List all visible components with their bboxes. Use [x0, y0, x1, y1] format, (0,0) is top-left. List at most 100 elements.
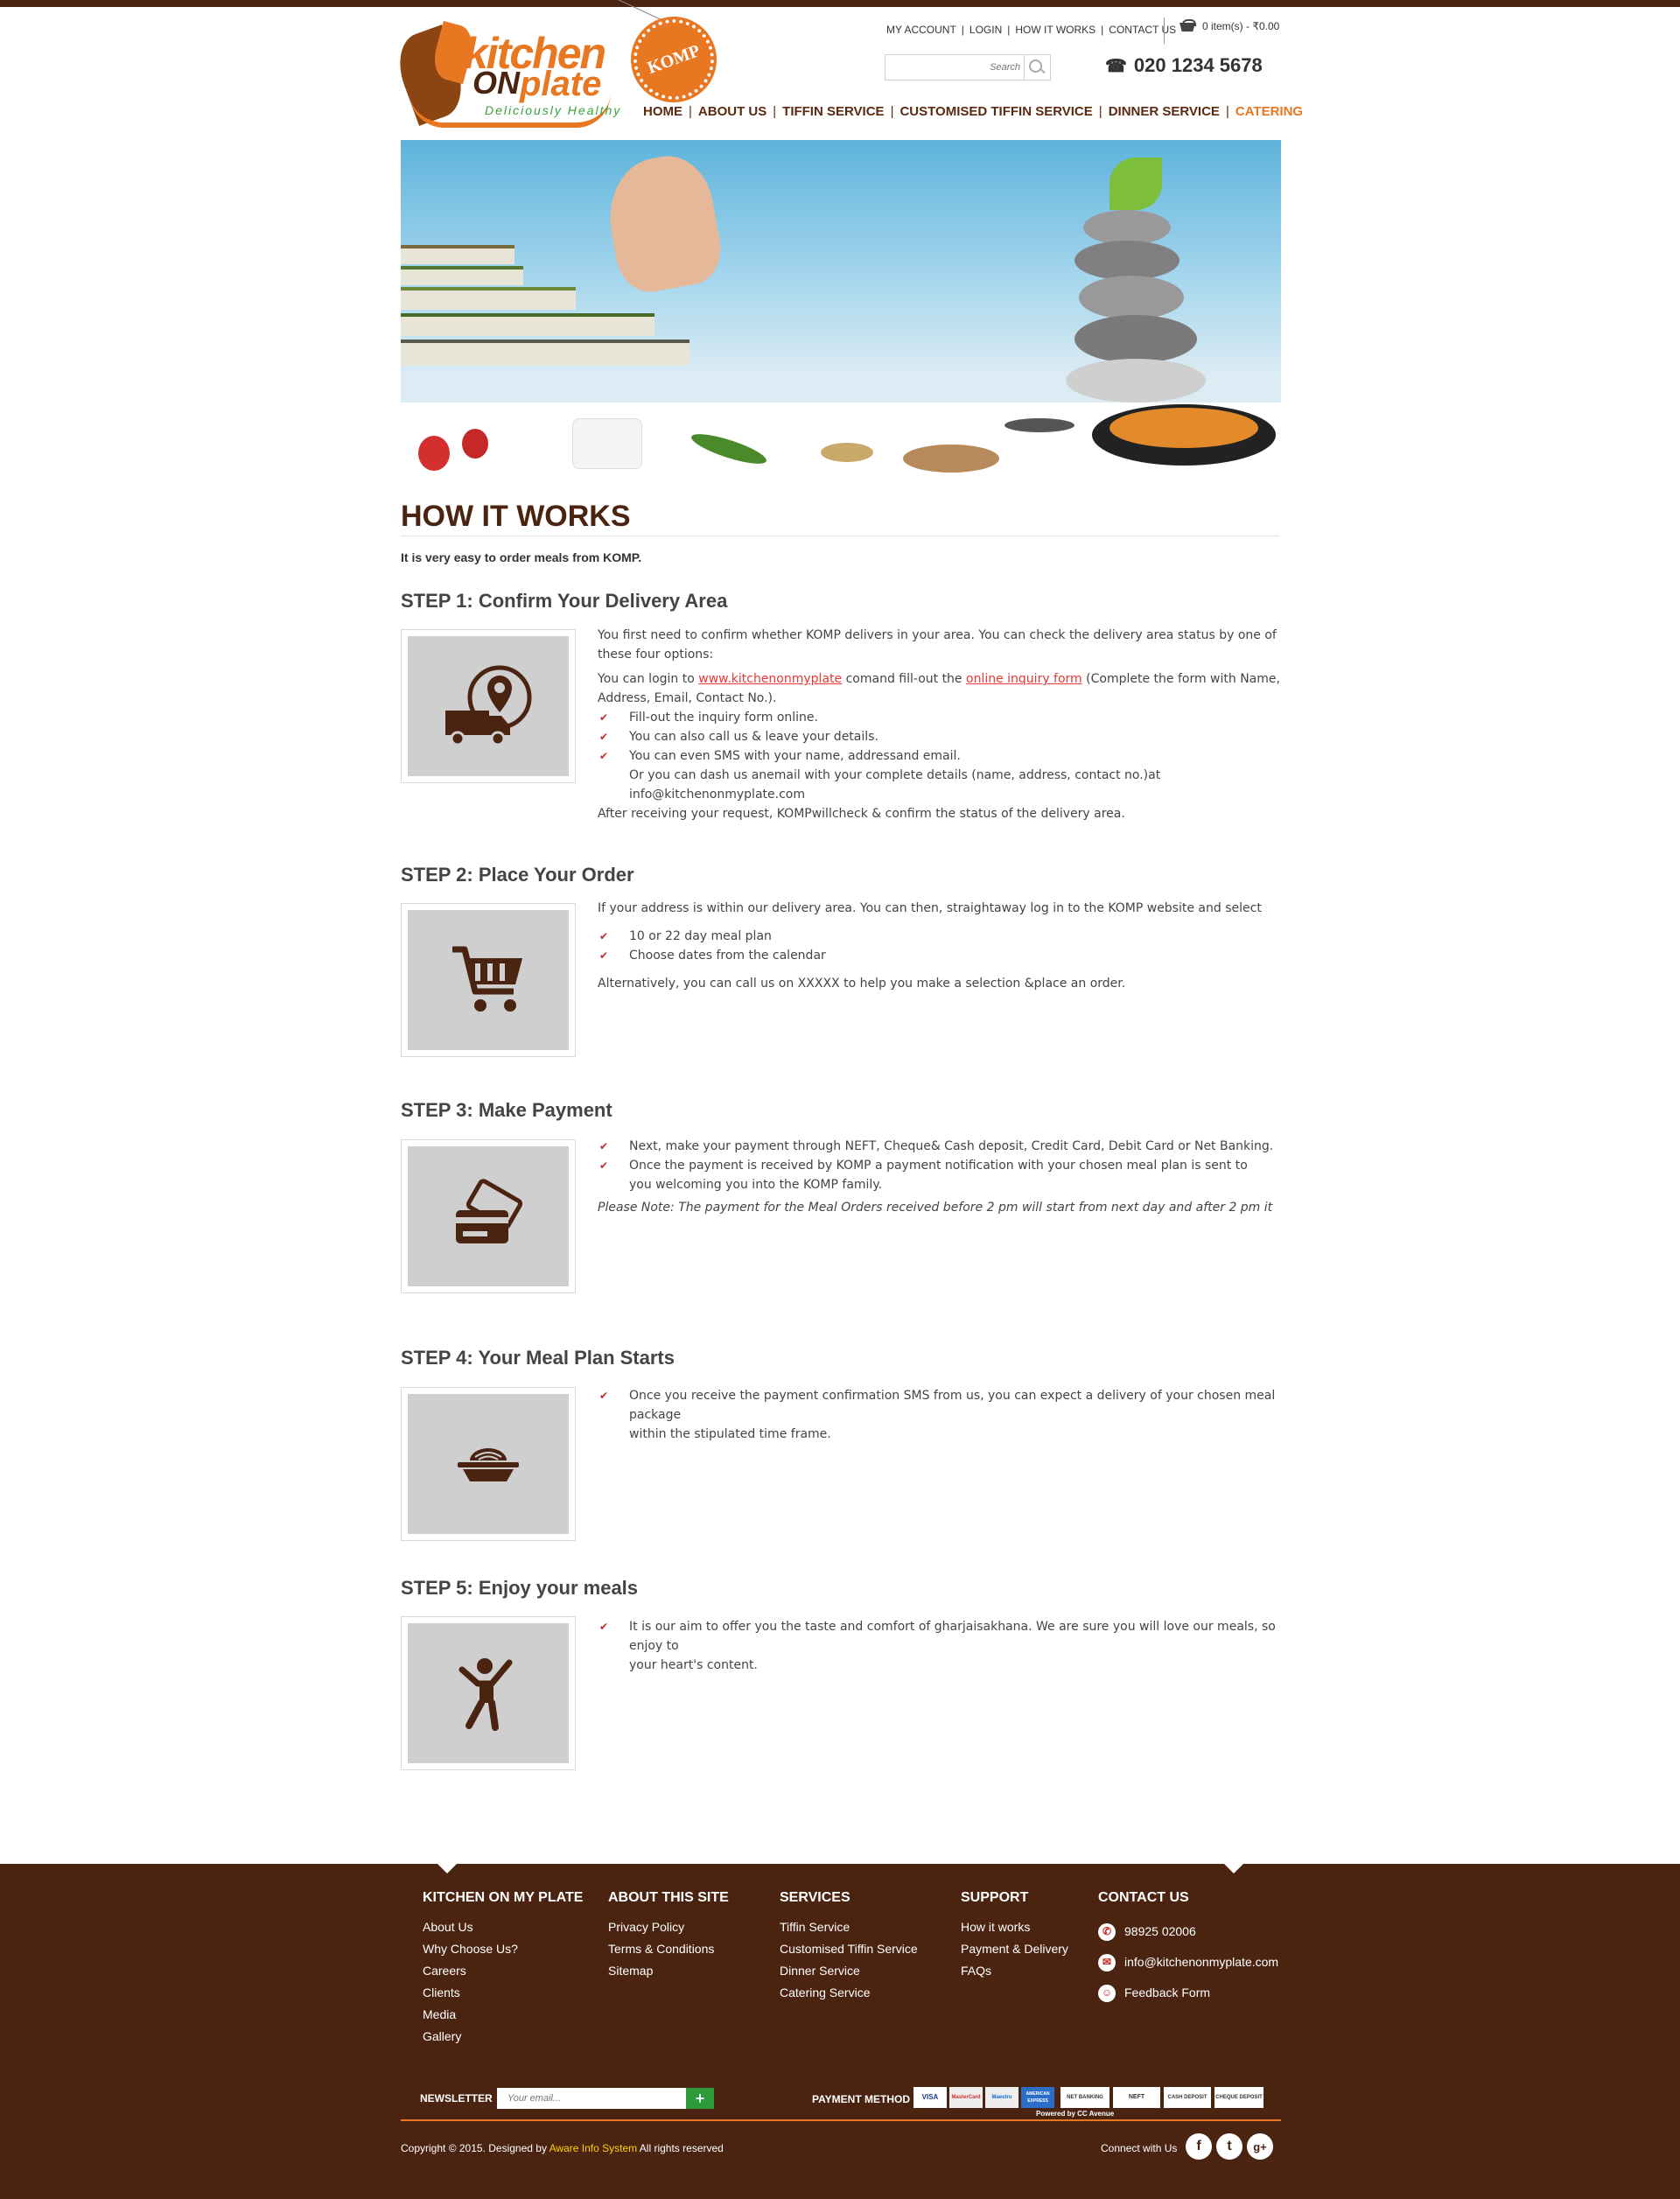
step-1-after: After receiving your request, KOMPwillch…: [598, 807, 1125, 821]
website-link[interactable]: www.kitchenonmyplate: [698, 672, 842, 686]
powered-by-ccavenue: Powered by CC Avenue: [1036, 2110, 1115, 2118]
footer-link-faqs[interactable]: FAQs: [961, 1960, 1068, 1982]
search-box: [885, 54, 1051, 81]
footer-link-careers[interactable]: Careers: [423, 1960, 583, 1982]
hero-banner: [401, 140, 1281, 418]
badge-text: KOMP: [644, 40, 703, 78]
step-3-note: Please Note: The payment for the Meal Or…: [598, 1201, 1273, 1215]
footer-link-about-us[interactable]: About Us: [423, 1916, 583, 1938]
newsletter-email-input[interactable]: [497, 2088, 686, 2109]
step-1-text: You first need to confirm whether KOMP d…: [598, 626, 1283, 823]
footer-link-catering[interactable]: Catering Service: [780, 1982, 918, 2004]
footer-feedback-row[interactable]: ☺ Feedback Form: [1098, 1978, 1278, 2008]
newsletter-submit-button[interactable]: +: [686, 2088, 714, 2109]
header-phone: ☎ 020 1234 5678: [1105, 54, 1263, 77]
footer-link-how-it-works[interactable]: How it works: [961, 1916, 1068, 1938]
footer-link-payment-delivery[interactable]: Payment & Delivery: [961, 1938, 1068, 1960]
step-3-title: STEP 3: Make Payment: [401, 1099, 612, 1121]
neft-icon: NEFT: [1113, 2087, 1160, 2108]
nav-catering[interactable]: CATERING: [1236, 104, 1303, 119]
search-icon[interactable]: [1024, 55, 1050, 80]
credit-card-icon: [456, 1179, 523, 1243]
footer-link-tiffin[interactable]: Tiffin Service: [780, 1916, 918, 1938]
footer-notch: [438, 1864, 457, 1873]
nav-dinner-service[interactable]: DINNER SERVICE: [1109, 104, 1220, 119]
nav-tiffin-service[interactable]: TIFFIN SERVICE: [782, 104, 884, 119]
footer-col-about-site: ABOUT THIS SITE Privacy Policy Terms & C…: [608, 1890, 729, 1982]
cart-summary[interactable]: 0 item(s) - ₹0.00: [1178, 19, 1279, 33]
google-plus-icon[interactable]: g+: [1247, 2133, 1273, 2160]
footer-link-terms[interactable]: Terms & Conditions: [608, 1938, 729, 1960]
list-item: It is our aim to offer you the taste and…: [598, 1617, 1283, 1656]
step-2-text: If your address is within our delivery a…: [598, 899, 1283, 993]
designer-link[interactable]: Aware Info System: [550, 2142, 638, 2154]
meal-bowl-icon: [458, 1448, 519, 1481]
footer-link-why-choose-us[interactable]: Why Choose Us?: [423, 1938, 583, 1960]
how-it-works-link[interactable]: HOW IT WORKS: [1015, 24, 1096, 36]
twitter-icon[interactable]: t: [1216, 2133, 1242, 2160]
footer-link-media[interactable]: Media: [423, 2004, 583, 2026]
footer-link-clients[interactable]: Clients: [423, 1982, 583, 2004]
logo-text-on: ON: [472, 65, 520, 101]
divider: [1164, 18, 1165, 44]
top-bar: [0, 0, 1680, 7]
list-item: Next, make your payment through NEFT, Ch…: [598, 1137, 1283, 1156]
plant-leaves: [1110, 158, 1162, 210]
logo-text-plate: plate: [520, 65, 602, 103]
nav-about-us[interactable]: ABOUT US: [698, 104, 766, 119]
phone-number: 020 1234 5678: [1133, 54, 1263, 76]
step-4-indent: within the stipulated time frame.: [629, 1427, 831, 1441]
delivery-truck-location-icon: [445, 665, 532, 746]
footer-heading: ABOUT THIS SITE: [608, 1890, 729, 1905]
step-4-text: Once you receive the payment confirmatio…: [598, 1386, 1283, 1444]
payment-method-label: PAYMENT METHOD: [812, 2093, 911, 2105]
feedback-icon: ☺: [1098, 1984, 1116, 2002]
logo-tagline: Deliciously Healthy: [485, 103, 622, 117]
footer-phone-row: ✆ 98925 02006: [1098, 1916, 1278, 1947]
step-1-email-line: Or you can dash us anemail with your com…: [629, 768, 1161, 782]
cash-deposit-icon: CASH DEPOSIT: [1164, 2087, 1211, 2108]
basket-icon: [1178, 19, 1197, 33]
footer-email-row[interactable]: ✉ info@kitchenonmyplate.com: [1098, 1947, 1278, 1978]
step-2-options: 10 or 22 day meal plan Choose dates from…: [598, 927, 1283, 965]
footer-link-privacy[interactable]: Privacy Policy: [608, 1916, 729, 1938]
search-input[interactable]: [889, 59, 1020, 76]
footer-link-dinner[interactable]: Dinner Service: [780, 1960, 918, 1982]
footer-link-gallery[interactable]: Gallery: [423, 2026, 583, 2048]
step-2-title: STEP 2: Place Your Order: [401, 864, 634, 886]
step-5-title: STEP 5: Enjoy your meals: [401, 1577, 639, 1599]
list-item: Once the payment is received by KOMP a p…: [598, 1156, 1283, 1175]
maestro-icon: Maestro: [985, 2087, 1018, 2108]
step-5-options: It is our aim to offer you the taste and…: [598, 1617, 1283, 1656]
visa-icon: VISA: [914, 2087, 947, 2108]
step-5-indent: your heart's content.: [629, 1658, 758, 1672]
inquiry-form-link[interactable]: online inquiry form: [966, 672, 1082, 686]
footer-email[interactable]: info@kitchenonmyplate.com: [1124, 1947, 1278, 1978]
step-2-after: Alternatively, you can call us on XXXXX …: [598, 977, 1126, 991]
step-3-text: Next, make your payment through NEFT, Ch…: [598, 1137, 1283, 1217]
list-item: Choose dates from the calendar: [598, 946, 1283, 965]
footer-heading: KITCHEN ON MY PLATE: [423, 1890, 584, 1905]
top-links: MY ACCOUNT | LOGIN | HOW IT WORKS | CONTACT US: [886, 24, 1177, 36]
my-account-link[interactable]: MY ACCOUNT: [886, 24, 956, 36]
net-banking-icon: NET BANKING: [1060, 2087, 1110, 2108]
list-item: You can also call us & leave your detail…: [598, 727, 1283, 746]
footer-col-contact: CONTACT US ✆ 98925 02006 ✉ info@kitchenonm…: [1098, 1890, 1278, 2008]
footer-heading: CONTACT US: [1098, 1890, 1189, 1905]
nav-customised-tiffin-service[interactable]: CUSTOMISED TIFFIN SERVICE: [900, 104, 1092, 119]
nav-home[interactable]: HOME: [643, 104, 682, 119]
jumping-person-icon: [458, 1658, 513, 1731]
list-item: 10 or 22 day meal plan: [598, 927, 1283, 946]
facebook-icon[interactable]: f: [1186, 2133, 1212, 2160]
shopping-cart-icon: [452, 946, 522, 1012]
footer-link-customised-tiffin[interactable]: Customised Tiffin Service: [780, 1938, 918, 1960]
footer-divider: [401, 2119, 1281, 2121]
mastercard-icon: MasterCard: [949, 2087, 983, 2108]
phone-icon: ✆: [1098, 1922, 1116, 1941]
login-link[interactable]: LOGIN: [970, 24, 1002, 36]
footer-link-sitemap[interactable]: Sitemap: [608, 1960, 729, 1982]
ingredients-strip: [401, 404, 1281, 488]
contact-us-link[interactable]: CONTACT US: [1109, 24, 1176, 36]
footer-feedback[interactable]: Feedback Form: [1124, 1978, 1210, 2008]
step-1-title: STEP 1: Confirm Your Delivery Area: [401, 590, 728, 612]
